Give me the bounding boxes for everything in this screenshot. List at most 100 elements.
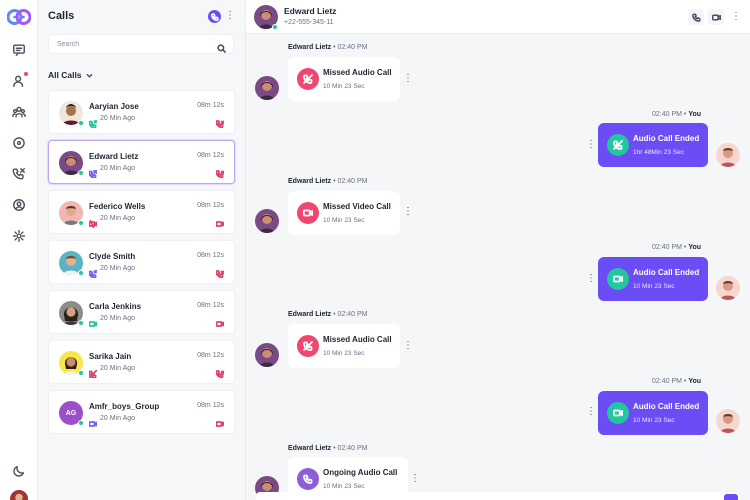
call-item-selected[interactable]: Edward Lietz 20 Min Ago 08m 12s: [48, 140, 235, 184]
call-duration: 08m 12s: [197, 402, 224, 409]
incoming-call-icon: [88, 115, 98, 129]
search-input[interactable]: [57, 38, 207, 51]
call-time: 20 Min Ago: [100, 115, 136, 122]
message-composer[interactable]: [256, 492, 740, 500]
chat-icon[interactable]: [11, 42, 27, 58]
call-list: Aaryian Jose 20 Min Ago 08m 12s Edward L…: [48, 90, 235, 440]
more-options-icon[interactable]: ⋮: [225, 9, 235, 23]
call-filter-dropdown[interactable]: All Calls: [48, 69, 93, 81]
call-message[interactable]: Audio Call Ended 1hr 48Min 23 Sec: [598, 123, 708, 167]
call-duration: 08m 12s: [197, 202, 224, 209]
missed-video-icon: [88, 215, 98, 228]
message-more-icon[interactable]: ⋮: [586, 272, 596, 286]
video-call-icon[interactable]: [215, 315, 225, 327]
message-time: 02:40 PM: [337, 311, 368, 318]
search-icon[interactable]: [217, 40, 226, 53]
sender-name: Edward Lietz: [288, 44, 332, 51]
call-item[interactable]: AG Amfr_boys_Group 20 Min Ago 08m 12s: [48, 390, 235, 434]
call-title: Missed Audio Call: [323, 335, 392, 344]
online-indicator: [78, 370, 84, 376]
call-message[interactable]: Audio Call Ended 10 Min 23 Sec: [598, 391, 708, 435]
call-title: Ongoing Audio Call: [323, 468, 398, 477]
sender-name: You: [688, 244, 702, 251]
search-box: [48, 34, 234, 54]
call-message[interactable]: Missed Video Call 10 Min 23 Sec: [288, 191, 400, 235]
send-button[interactable]: [724, 494, 738, 500]
nav-rail: [0, 0, 38, 500]
contact-phone: +22-555-345-11: [284, 19, 334, 26]
contact-name: Clyde Smith: [89, 252, 136, 261]
settings-icon[interactable]: [11, 228, 27, 244]
online-indicator: [78, 120, 84, 126]
status-icon[interactable]: [11, 135, 27, 151]
call-title: Audio Call Ended: [633, 134, 700, 143]
sender-name: Edward Lietz: [288, 178, 332, 185]
contacts-icon[interactable]: [11, 72, 28, 89]
calls-panel: Calls ⋮ All Calls Aaryian Jose 20 Min Ag…: [38, 0, 246, 500]
audio-call-button[interactable]: [688, 9, 704, 25]
declined-call-icon: [88, 365, 98, 379]
audio-call-icon[interactable]: [215, 265, 225, 279]
call-title: Missed Audio Call: [323, 68, 392, 77]
call-duration: 10 Min 23 Sec: [633, 417, 675, 424]
chevron-down-icon: [86, 66, 93, 84]
my-avatar[interactable]: [10, 490, 28, 500]
message-more-icon[interactable]: ⋮: [410, 472, 420, 486]
message-more-icon[interactable]: ⋮: [403, 72, 413, 86]
call-item[interactable]: Clyde Smith 20 Min Ago 08m 12s: [48, 240, 235, 284]
message-more-icon[interactable]: ⋮: [403, 339, 413, 353]
video-call-button[interactable]: [708, 9, 724, 25]
message-more-icon[interactable]: ⋮: [586, 405, 596, 419]
message-meta: Edward Lietz • 02:40 PM: [288, 311, 368, 318]
call-duration: 10 Min 23 Sec: [633, 283, 675, 290]
contact-name: Edward Lietz: [284, 6, 337, 16]
contact-name: Sarika Jain: [89, 352, 132, 361]
online-indicator: [272, 24, 278, 30]
notification-dot: [24, 72, 28, 76]
message-meta: Edward Lietz • 02:40 PM: [288, 445, 368, 452]
call-time: 20 Min Ago: [100, 265, 136, 272]
call-duration: 08m 12s: [197, 152, 224, 159]
more-options-icon[interactable]: ⋮: [731, 9, 741, 25]
audio-call-icon[interactable]: [215, 165, 225, 179]
audio-call-icon[interactable]: [215, 115, 225, 129]
call-item[interactable]: Carla Jenkins 20 Min Ago 08m 12s: [48, 290, 235, 334]
call-duration: 1hr 48Min 23 Sec: [633, 149, 684, 156]
call-message[interactable]: Missed Audio Call 10 Min 23 Sec: [288, 57, 400, 101]
message-more-icon[interactable]: ⋮: [586, 138, 596, 152]
call-item[interactable]: Federico Wells 20 Min Ago 08m 12s: [48, 190, 235, 234]
chat-area: Edward Lietz +22-555-345-11 ⋮ Edward Lie…: [246, 0, 750, 500]
message-more-icon[interactable]: ⋮: [403, 205, 413, 219]
sender-name: You: [688, 111, 702, 118]
missed-call-icon: [88, 165, 98, 179]
call-message[interactable]: Audio Call Ended 10 Min 23 Sec: [598, 257, 708, 301]
new-call-button[interactable]: [208, 10, 221, 23]
video-call-icon[interactable]: [215, 215, 225, 227]
call-ended-icon: [607, 134, 629, 156]
message-time: 02:40 PM: [337, 44, 368, 51]
audio-call-icon[interactable]: [215, 365, 225, 379]
call-title: Audio Call Ended: [633, 268, 700, 277]
profile-icon[interactable]: [11, 197, 27, 213]
logo-icon[interactable]: [6, 8, 32, 26]
dark-mode-icon[interactable]: [11, 463, 27, 479]
call-item[interactable]: Sarika Jain 20 Min Ago 08m 12s: [48, 340, 235, 384]
my-avatar: [716, 409, 740, 433]
video-call-icon: [607, 268, 629, 290]
calls-icon[interactable]: [11, 166, 27, 182]
video-call-icon[interactable]: [215, 415, 225, 427]
sender-avatar: [255, 343, 279, 367]
incoming-call-icon: [88, 265, 98, 279]
sender-name: You: [688, 378, 702, 385]
contact-name: Edward Lietz: [89, 152, 139, 161]
video-call-icon: [607, 402, 629, 424]
groups-icon[interactable]: [11, 104, 27, 120]
call-duration: 08m 12s: [197, 302, 224, 309]
call-duration: 10 Min 23 Sec: [323, 217, 365, 224]
message-meta: Edward Lietz • 02:40 PM: [288, 178, 368, 185]
online-indicator: [78, 220, 84, 226]
call-duration: 08m 12s: [197, 352, 224, 359]
call-message[interactable]: Missed Audio Call 10 Min 23 Sec: [288, 324, 400, 368]
call-item[interactable]: Aaryian Jose 20 Min Ago 08m 12s: [48, 90, 235, 134]
call-time: 20 Min Ago: [100, 415, 136, 422]
